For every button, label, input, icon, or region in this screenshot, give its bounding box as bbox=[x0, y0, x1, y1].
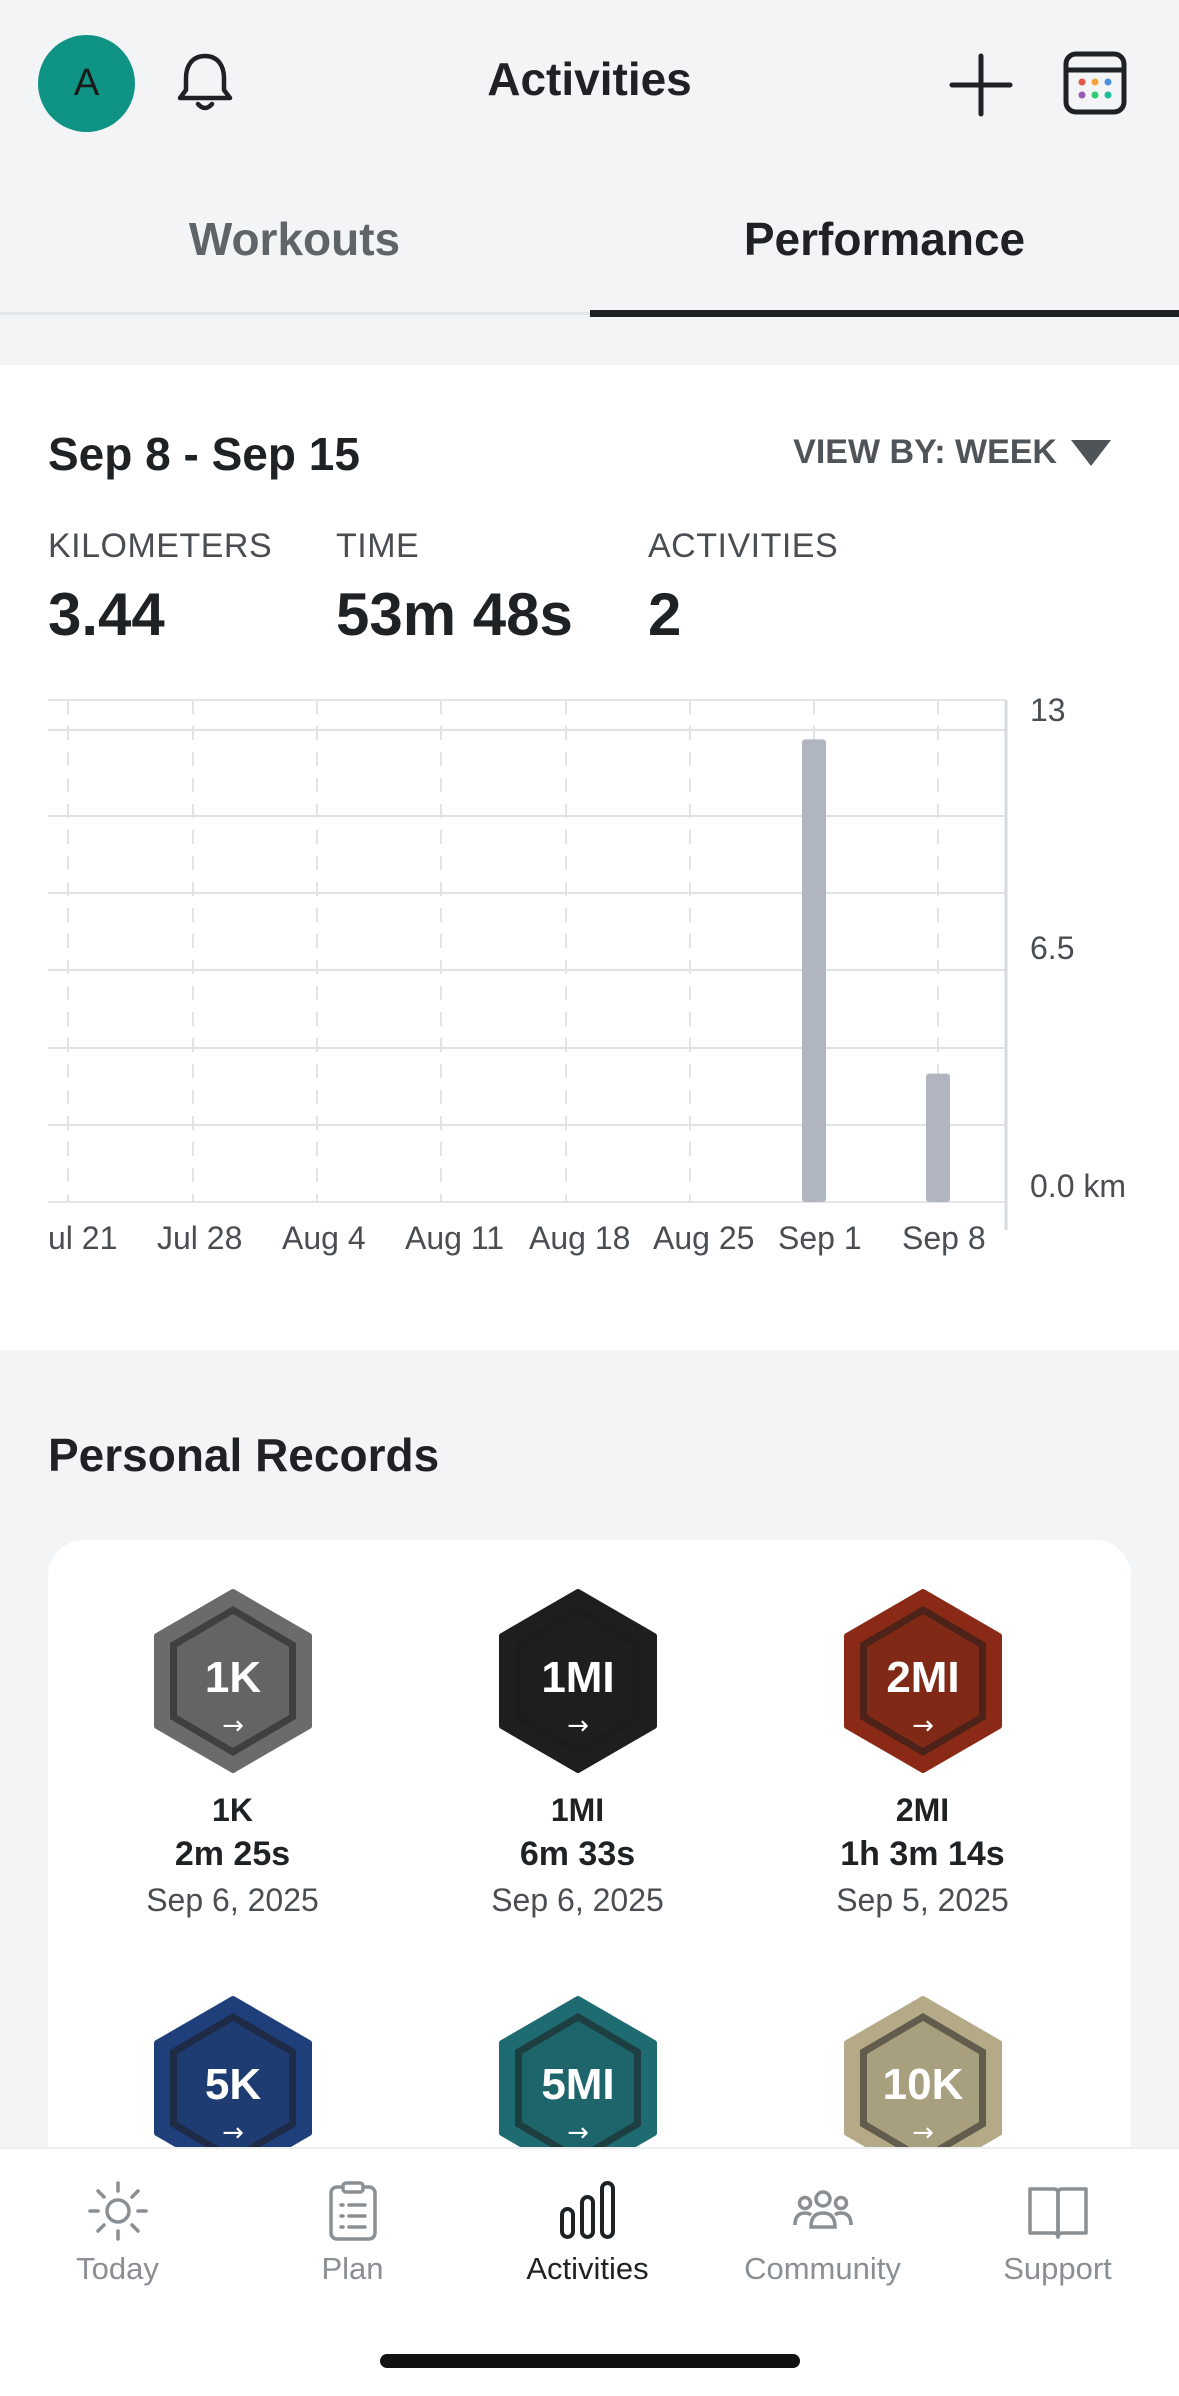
sun-icon bbox=[87, 2181, 148, 2241]
view-by-label: VIEW BY: WEEK bbox=[793, 433, 1057, 471]
y-tick-label: 0.0 km bbox=[1030, 1168, 1127, 1204]
record-date: Sep 5, 2025 bbox=[836, 1882, 1009, 1918]
view-by-dropdown[interactable]: VIEW BY: WEEK bbox=[793, 433, 1111, 472]
svg-text:→: → bbox=[222, 2118, 244, 2148]
people-icon bbox=[792, 2190, 853, 2229]
tab-performance[interactable]: Performance bbox=[590, 180, 1179, 318]
nav-today[interactable]: Today bbox=[0, 2179, 235, 2287]
personal-records-title: Personal Records bbox=[48, 1429, 440, 1481]
stat-label: TIME bbox=[336, 527, 420, 565]
bar-chart-icon bbox=[559, 2181, 615, 2239]
hexagon-medal-icon: 1K → bbox=[153, 1589, 312, 1773]
tab-workouts[interactable]: Workouts bbox=[0, 180, 589, 318]
svg-text:→: → bbox=[222, 1711, 244, 1741]
tab-divider bbox=[0, 312, 590, 315]
stat-kilometers: KILOMETERS 3.44 bbox=[48, 527, 272, 649]
x-tick-label: Sep 1 bbox=[778, 1220, 862, 1256]
y-tick-label: 13 bbox=[1030, 692, 1066, 728]
nav-support[interactable]: Support bbox=[940, 2179, 1175, 2287]
x-tick-label: Jul 28 bbox=[157, 1220, 243, 1256]
record-date: Sep 6, 2025 bbox=[146, 1882, 319, 1918]
book-icon bbox=[1027, 2187, 1088, 2239]
stat-value: 2 bbox=[648, 581, 682, 648]
record-time: 2m 25s bbox=[174, 1835, 291, 1873]
stat-time: TIME 53m 48s bbox=[336, 527, 573, 649]
record-badge-1k[interactable]: 1K → 1K 2m 25s Sep 6, 2025 bbox=[60, 1588, 405, 1919]
record-date: Sep 6, 2025 bbox=[491, 1882, 664, 1918]
record-time: 6m 33s bbox=[519, 1835, 636, 1873]
svg-text:→: → bbox=[567, 1711, 589, 1741]
badge-text: 5K bbox=[204, 2060, 260, 2109]
calendar-icon[interactable] bbox=[1060, 48, 1130, 118]
x-tick-label: Aug 18 bbox=[529, 1220, 631, 1256]
x-tick-label: Aug 25 bbox=[653, 1220, 755, 1256]
stat-value: 3.44 bbox=[48, 581, 165, 648]
record-badge-2mi[interactable]: 2MI → 2MI 1h 3m 14s Sep 5, 2025 bbox=[750, 1588, 1095, 1919]
nav-plan[interactable]: Plan bbox=[235, 2179, 470, 2287]
badge-text: 5MI bbox=[541, 2060, 614, 2109]
record-badge-1mi[interactable]: 1MI → 1MI 6m 33s Sep 6, 2025 bbox=[405, 1588, 750, 1919]
home-indicator bbox=[380, 2354, 800, 2368]
x-tick-label: Aug 11 bbox=[405, 1220, 505, 1256]
y-tick-label: 6.5 bbox=[1030, 930, 1075, 966]
nav-community[interactable]: Community bbox=[705, 2179, 940, 2287]
hexagon-medal-icon: 2MI → bbox=[843, 1589, 1002, 1773]
stat-value: 53m 48s bbox=[336, 581, 573, 648]
x-tick-label: Aug 4 bbox=[282, 1220, 366, 1256]
record-time: 1h 3m 14s bbox=[840, 1835, 1005, 1873]
chart-bar[interactable] bbox=[802, 739, 826, 1202]
x-tick-label: ul 21 bbox=[48, 1220, 118, 1256]
badge-text: 1K bbox=[204, 1653, 260, 1702]
x-tick-label: Sep 8 bbox=[902, 1220, 986, 1256]
tab-bar: Workouts Performance bbox=[0, 180, 1179, 318]
badge-text: 1MI bbox=[541, 1653, 614, 1702]
record-name: 2MI bbox=[895, 1792, 950, 1828]
plus-icon[interactable] bbox=[946, 50, 1016, 120]
chevron-down-icon bbox=[1071, 439, 1111, 466]
nav-label: Support bbox=[1003, 2251, 1112, 2286]
badge-text: 10K bbox=[882, 2060, 963, 2109]
clipboard-icon bbox=[328, 2181, 377, 2241]
badge-text: 2MI bbox=[886, 1653, 959, 1702]
record-name: 1MI bbox=[550, 1792, 605, 1828]
top-header: A Activities Workouts Performance bbox=[0, 0, 1179, 318]
nav-label: Activities bbox=[526, 2251, 649, 2286]
nav-label: Community bbox=[744, 2251, 901, 2286]
stat-activities: ACTIVITIES 2 bbox=[648, 527, 838, 649]
nav-label: Plan bbox=[321, 2251, 384, 2286]
nav-activities[interactable]: Activities bbox=[470, 2179, 705, 2287]
svg-text:→: → bbox=[912, 2118, 934, 2148]
stat-label: KILOMETERS bbox=[48, 527, 273, 565]
record-name: 1K bbox=[212, 1792, 253, 1828]
svg-text:→: → bbox=[567, 2118, 589, 2148]
stat-label: ACTIVITIES bbox=[648, 527, 839, 565]
date-range: Sep 8 - Sep 15 bbox=[48, 428, 360, 480]
active-tab-indicator bbox=[590, 310, 1179, 317]
hexagon-medal-icon: 1MI → bbox=[498, 1589, 657, 1773]
nav-label: Today bbox=[76, 2251, 159, 2286]
chart-bar[interactable] bbox=[926, 1073, 950, 1202]
svg-text:→: → bbox=[912, 1711, 934, 1741]
